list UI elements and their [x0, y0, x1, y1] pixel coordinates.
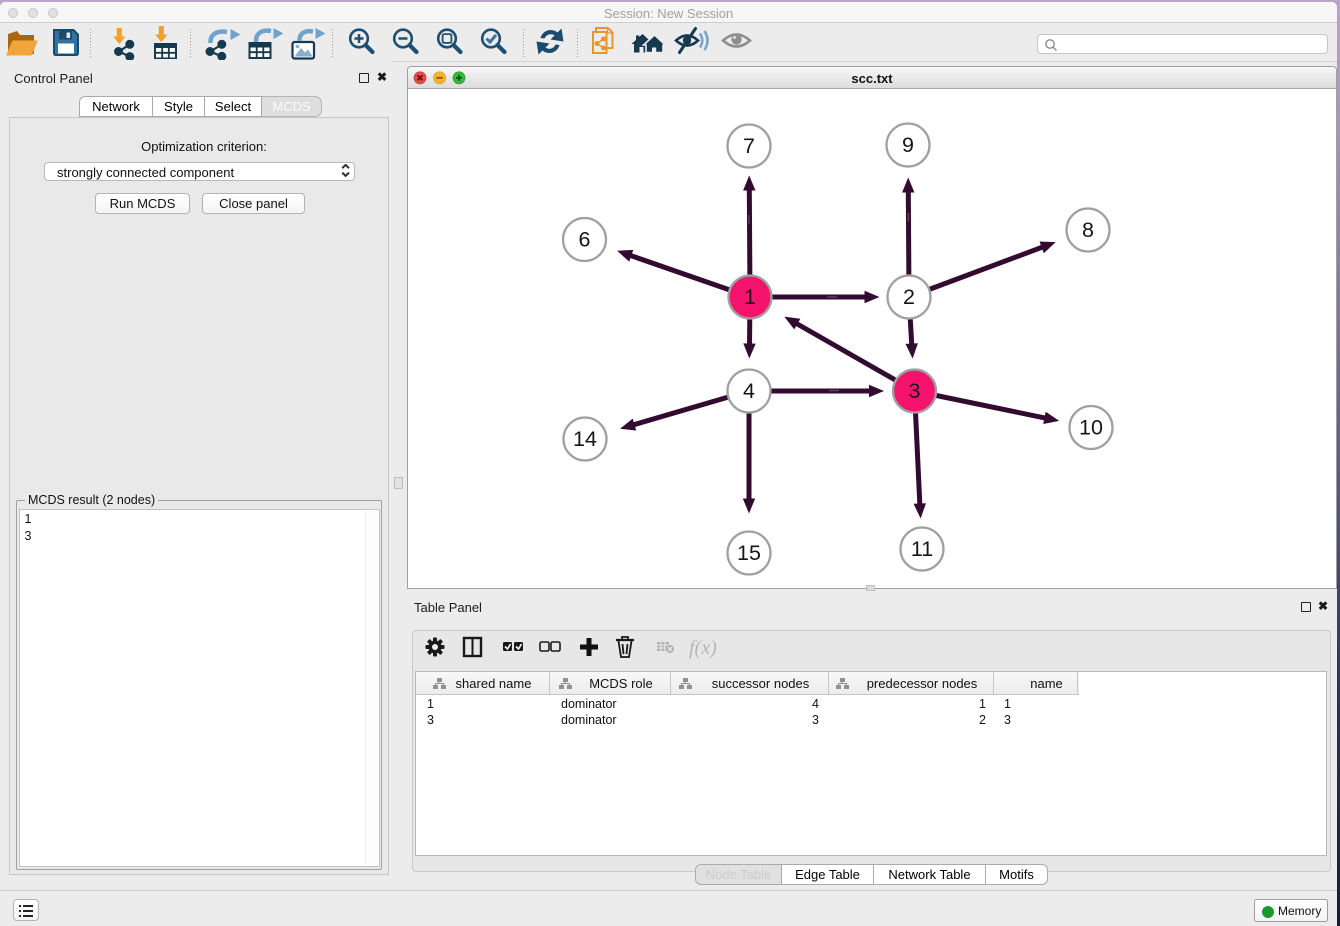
svg-text:7: 7: [743, 134, 755, 158]
svg-text:14: 14: [573, 427, 597, 451]
svg-text:2: 2: [903, 285, 915, 309]
svg-text:10: 10: [1079, 416, 1103, 440]
svg-text:f(x): f(x): [689, 637, 717, 659]
svg-text:1: 1: [744, 285, 756, 309]
svg-text:11: 11: [911, 537, 933, 561]
svg-text:8: 8: [1082, 218, 1094, 242]
svg-text:3: 3: [909, 379, 921, 403]
svg-text:6: 6: [579, 228, 591, 252]
svg-text:9: 9: [902, 133, 914, 157]
svg-text:15: 15: [737, 541, 761, 565]
svg-text:4: 4: [743, 379, 755, 403]
